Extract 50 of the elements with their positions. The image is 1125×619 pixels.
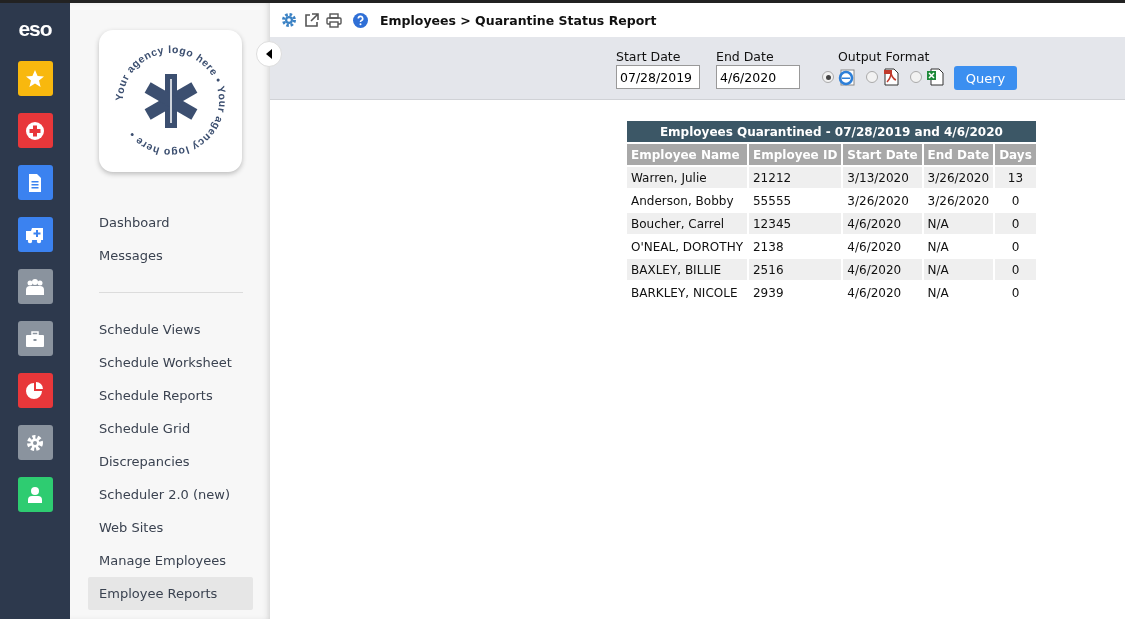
external-link-icon[interactable] (304, 12, 319, 28)
sidebar-item[interactable]: Schedule Views (88, 313, 253, 346)
breadcrumb: Employees > Quarantine Status Report (380, 12, 657, 28)
sidebar-item[interactable]: Schedule Reports (88, 379, 253, 412)
sidebar-item[interactable]: Employee Reports (88, 577, 253, 610)
radio-button[interactable] (866, 71, 878, 83)
app-tile[interactable] (17, 477, 53, 512)
sidebar-item[interactable]: Web Sites (88, 511, 253, 544)
app-tile[interactable] (17, 217, 53, 252)
gear-icon (25, 432, 45, 453)
app-tile[interactable] (17, 373, 53, 408)
collapse-button[interactable] (256, 41, 282, 67)
table-cell: Boucher, Carrel (626, 212, 748, 235)
field-label: Start Date (616, 49, 682, 65)
app-tile[interactable] (17, 165, 53, 200)
column-header: Employee Name (626, 143, 748, 166)
app-tile[interactable] (17, 425, 53, 460)
spreadsheet-file-icon (926, 68, 944, 86)
radio-button[interactable] (910, 71, 922, 83)
sidebar-item[interactable]: Scheduler 2.0 (new) (88, 478, 253, 511)
brand-logo: eso (18, 17, 52, 41)
app-tile[interactable] (17, 113, 53, 148)
report-title: Employees Quarantined - 07/28/2019 and 4/6/2020 (626, 120, 1037, 143)
field-label: End Date (716, 49, 775, 65)
sidebar-item[interactable]: Messages (88, 239, 253, 272)
table-cell: Warren, Julie (626, 166, 748, 189)
people-icon (25, 276, 45, 297)
settings-icon[interactable] (281, 12, 297, 28)
sidebar-item[interactable]: Dashboard (88, 206, 253, 239)
briefcase-icon (25, 328, 45, 349)
app-tile[interactable] (17, 269, 53, 304)
end-date-field[interactable]: 4/6/2020 (716, 65, 800, 89)
sidebar-item[interactable]: Schedule Worksheet (88, 346, 253, 379)
star-icon (25, 68, 45, 89)
radio-button[interactable] (822, 71, 834, 83)
sidebar-item[interactable]: Manage Employees (88, 544, 253, 577)
print-icon[interactable] (326, 12, 342, 28)
pdf-file-icon (882, 68, 900, 86)
help-icon[interactable] (353, 12, 368, 28)
caret-icon (265, 49, 273, 59)
app-tile[interactable] (17, 321, 53, 356)
app-tile[interactable] (17, 61, 53, 96)
sidebar-item[interactable]: Schedule Grid (88, 412, 253, 445)
sidebar-item[interactable]: Discrepancies (88, 445, 253, 478)
pie-chart-icon (25, 380, 45, 401)
medical-cross-icon (25, 120, 45, 141)
table-cell: BAXLEY, BILLIE (626, 258, 748, 281)
person-icon (25, 484, 45, 505)
start-date-field[interactable]: 07/28/2019 (616, 65, 700, 89)
field-label: Output Format (838, 49, 931, 65)
